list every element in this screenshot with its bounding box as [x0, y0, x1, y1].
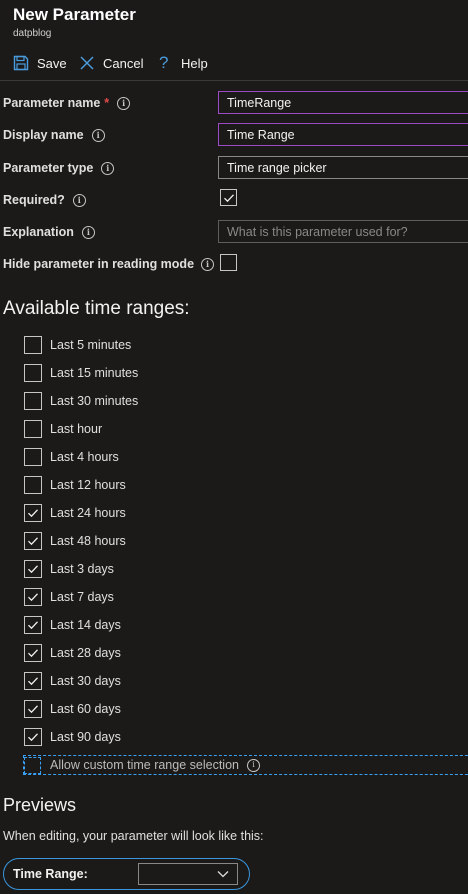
- hide-parameter-checkbox[interactable]: [220, 254, 237, 271]
- parameter-name-label: Parameter name * i: [3, 93, 131, 113]
- time-range-checkbox[interactable]: [24, 532, 42, 550]
- parameter-name-input[interactable]: TimeRange: [218, 91, 468, 114]
- checkmark-icon: [223, 193, 234, 202]
- time-range-item[interactable]: Last 5 minutes: [24, 335, 131, 355]
- help-label: Help: [181, 55, 208, 71]
- save-icon: [13, 55, 29, 71]
- custom-range-checkbox[interactable]: [24, 757, 41, 774]
- time-range-checkbox[interactable]: [24, 588, 42, 606]
- checkmark-icon: [28, 677, 38, 686]
- time-range-label: Last hour: [50, 422, 103, 436]
- checkmark-icon: [28, 593, 38, 602]
- time-range-item[interactable]: Last 60 days: [24, 699, 121, 719]
- time-range-label: Last 5 minutes: [50, 338, 132, 352]
- time-range-checkbox[interactable]: [24, 728, 42, 746]
- time-range-item[interactable]: Last 48 hours: [24, 531, 126, 551]
- time-range-label: Last 48 hours: [50, 534, 126, 548]
- time-range-checkbox[interactable]: [24, 448, 42, 466]
- checkmark-icon: [28, 537, 38, 546]
- time-range-label: Last 12 hours: [50, 478, 126, 492]
- time-range-checkbox[interactable]: [24, 700, 42, 718]
- info-icon[interactable]: i: [72, 193, 86, 207]
- parameter-type-dropdown[interactable]: Time range picker: [218, 156, 468, 179]
- info-icon[interactable]: i: [91, 128, 105, 142]
- display-name-label: Display name i: [3, 125, 105, 145]
- time-range-item[interactable]: Last 15 minutes: [24, 363, 138, 383]
- page-title: New Parameter: [13, 5, 136, 24]
- time-range-label: Last 7 days: [50, 590, 114, 604]
- hide-parameter-label: Hide parameter in reading mode i: [3, 254, 215, 274]
- previews-heading: Previews: [3, 795, 77, 815]
- explanation-input[interactable]: What is this parameter used for?: [218, 220, 468, 243]
- time-range-label: Last 60 days: [50, 702, 121, 716]
- time-range-checkbox[interactable]: [24, 672, 42, 690]
- time-range-checkbox[interactable]: [24, 364, 42, 382]
- cancel-button[interactable]: Cancel: [79, 52, 143, 74]
- help-button[interactable]: ? Help: [159, 52, 208, 74]
- required-star: *: [104, 96, 110, 110]
- toolbar-divider: [0, 80, 468, 81]
- checkmark-icon: [28, 705, 38, 714]
- display-name-input[interactable]: Time Range: [218, 123, 468, 146]
- info-icon[interactable]: i: [246, 758, 260, 772]
- previews-note: When editing, your parameter will look l…: [3, 829, 264, 843]
- checkmark-icon: [28, 509, 38, 518]
- preview-parameter: Time Range:: [3, 858, 250, 890]
- time-range-item[interactable]: Last 4 hours: [24, 447, 119, 467]
- required-checkbox[interactable]: [220, 189, 237, 206]
- custom-range-label: Allow custom time range selection: [50, 758, 239, 772]
- time-range-item[interactable]: Last 7 days: [24, 587, 114, 607]
- time-range-item[interactable]: Last 3 days: [24, 559, 114, 579]
- time-range-item[interactable]: Last 14 days: [24, 615, 121, 635]
- time-range-checkbox[interactable]: [24, 560, 42, 578]
- time-range-item[interactable]: Last 90 days: [24, 727, 121, 747]
- chevron-down-icon: [217, 871, 229, 878]
- time-range-label: Last 30 days: [50, 674, 121, 688]
- checkmark-icon: [28, 649, 38, 658]
- time-range-label: Last 28 days: [50, 646, 121, 660]
- parameter-type-label: Parameter type i: [3, 158, 115, 178]
- time-range-checkbox[interactable]: [24, 616, 42, 634]
- time-range-item[interactable]: Last 12 hours: [24, 475, 126, 495]
- time-range-label: Last 24 hours: [50, 506, 126, 520]
- info-icon[interactable]: i: [201, 257, 215, 271]
- time-range-label: Last 4 hours: [50, 450, 119, 464]
- checkmark-icon: [28, 565, 38, 574]
- time-range-checkbox[interactable]: [24, 476, 42, 494]
- time-range-checkbox[interactable]: [24, 392, 42, 410]
- time-range-label: Last 3 days: [50, 562, 114, 576]
- save-label: Save: [37, 55, 67, 71]
- time-range-checkbox[interactable]: [24, 420, 42, 438]
- info-icon[interactable]: i: [101, 161, 115, 175]
- close-icon: [79, 55, 95, 71]
- time-range-label: Last 15 minutes: [50, 366, 139, 380]
- time-range-checkbox[interactable]: [24, 336, 42, 354]
- time-range-item[interactable]: Last 24 hours: [24, 503, 126, 523]
- save-button[interactable]: Save: [13, 52, 67, 74]
- info-icon[interactable]: i: [81, 225, 95, 239]
- cancel-label: Cancel: [103, 55, 144, 71]
- preview-parameter-label: Time Range:: [13, 867, 88, 881]
- time-range-label: Last 14 days: [50, 618, 121, 632]
- time-range-item[interactable]: Last hour: [24, 419, 102, 439]
- checkmark-icon: [28, 621, 38, 630]
- time-range-checkbox[interactable]: [24, 644, 42, 662]
- help-icon: ?: [159, 53, 169, 72]
- time-range-item[interactable]: Last 30 minutes: [24, 391, 138, 411]
- time-range-checkbox[interactable]: [24, 504, 42, 522]
- time-range-label: Last 90 days: [50, 730, 121, 744]
- custom-range-row[interactable]: Allow custom time range selection i: [23, 755, 468, 775]
- explanation-label: Explanation i: [3, 222, 95, 242]
- page-subtitle: datpblog: [13, 28, 52, 39]
- time-range-item[interactable]: Last 30 days: [24, 671, 121, 691]
- info-icon[interactable]: i: [117, 96, 131, 110]
- time-range-label: Last 30 minutes: [50, 394, 139, 408]
- required-label: Required? i: [3, 190, 86, 210]
- time-ranges-heading: Available time ranges:: [3, 298, 190, 319]
- checkmark-icon: [28, 733, 38, 742]
- time-range-item[interactable]: Last 28 days: [24, 643, 121, 663]
- preview-time-range-dropdown[interactable]: [138, 863, 238, 885]
